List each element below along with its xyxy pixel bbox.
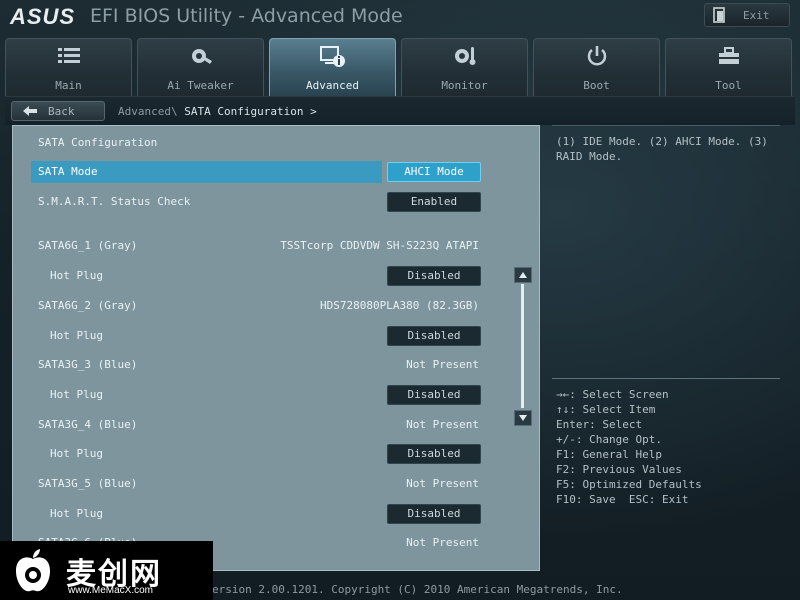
breadcrumb-parent[interactable]: Advanced\	[118, 105, 178, 118]
tab-label: Advanced	[306, 79, 359, 92]
port-row-sata3g-3: SATA3G_3 (Blue) Not Present	[13, 353, 539, 377]
hot-plug-option-button[interactable]: Disabled	[387, 266, 481, 286]
scroll-down-button[interactable]	[514, 410, 532, 426]
breadcrumb: Advanced\ SATA Configuration >	[118, 105, 317, 118]
key-legend: →←: Select Screen ↑↓: Select Item Enter:…	[556, 387, 780, 507]
tab-ai-tweaker[interactable]: Ai Tweaker	[137, 38, 264, 96]
exit-icon	[713, 7, 727, 23]
list-icon	[6, 45, 131, 69]
setting-label: S.M.A.R.T. Status Check	[38, 195, 191, 208]
apple-logo-icon	[16, 549, 50, 592]
tab-tool[interactable]: Tool	[665, 38, 792, 96]
port-row-sata3g-5: SATA3G_5 (Blue) Not Present	[13, 472, 539, 496]
exit-button[interactable]: Exit	[704, 3, 790, 27]
main-tabs: Main Ai Tweaker Advanced Monitor Boot To…	[5, 38, 795, 96]
help-panel: (1) IDE Mode. (2) AHCI Mode. (3) RAID Mo…	[552, 125, 780, 571]
port-row-sata3g-4: SATA3G_4 (Blue) Not Present	[13, 413, 539, 437]
help-description: (1) IDE Mode. (2) AHCI Mode. (3) RAID Mo…	[556, 135, 775, 163]
scrollbar-track[interactable]	[521, 284, 524, 408]
port-label: SATA3G_5 (Blue)	[38, 477, 138, 490]
port-label: SATA3G_4 (Blue)	[38, 418, 138, 431]
key-hint: F5: Optimized Defaults	[556, 478, 702, 491]
port-label: SATA3G_3 (Blue)	[38, 358, 138, 371]
scroll-up-button[interactable]	[514, 267, 532, 283]
help-divider	[552, 378, 780, 379]
port-row-sata6g-1: SATA6G_1 (Gray) TSSTcorp CDDVDW SH-S223Q…	[13, 234, 539, 258]
port-row-sata6g-2: SATA6G_2 (Gray) HDS728080PLA380 (82.3GB)	[13, 294, 539, 318]
key-hint: F10: Save ESC: Exit	[556, 493, 689, 506]
hot-plug-option-button[interactable]: Disabled	[387, 326, 481, 346]
back-button[interactable]: Back	[11, 101, 105, 121]
advanced-icon	[270, 45, 395, 69]
tweaker-icon	[138, 45, 263, 69]
port-device: Not Present	[406, 477, 479, 490]
key-hint: Enter: Select	[556, 418, 643, 431]
setting-label: Hot Plug	[50, 269, 103, 282]
power-icon	[534, 45, 659, 69]
hot-plug-option-button[interactable]: Disabled	[387, 444, 481, 464]
setting-row-hot-plug[interactable]: Hot Plug Disabled	[13, 264, 539, 288]
tab-advanced[interactable]: Advanced	[269, 38, 396, 96]
key-hint: →←: Select Screen	[556, 388, 669, 401]
smart-option-button[interactable]: Enabled	[387, 192, 481, 212]
breadcrumb-bar: Back Advanced\ SATA Configuration >	[5, 96, 795, 125]
tab-label: Main	[55, 79, 82, 92]
setting-label: Hot Plug	[50, 329, 103, 342]
hot-plug-option-button[interactable]: Disabled	[387, 385, 481, 405]
sata-mode-option-button[interactable]: AHCI Mode	[387, 162, 481, 182]
watermark-url: www.MeMacX.com	[68, 585, 154, 596]
setting-row-hot-plug[interactable]: Hot Plug Disabled	[13, 324, 539, 348]
key-hint: F1: General Help	[556, 448, 662, 461]
setting-row-hot-plug[interactable]: Hot Plug Disabled	[13, 502, 539, 526]
port-device: Not Present	[406, 358, 479, 371]
monitor-icon	[402, 45, 527, 69]
exit-label: Exit	[743, 8, 770, 22]
key-hint: ↑↓: Select Item	[556, 403, 656, 416]
toolbox-icon	[666, 45, 791, 69]
key-hint: F2: Previous Values	[556, 463, 682, 476]
port-label: SATA6G_2 (Gray)	[38, 299, 138, 312]
setting-label: Hot Plug	[50, 507, 103, 520]
back-label: Back	[48, 104, 75, 118]
setting-label: Hot Plug	[50, 447, 103, 460]
hot-plug-option-button[interactable]: Disabled	[387, 504, 481, 524]
tab-label: Tool	[715, 79, 742, 92]
help-top-divider	[552, 125, 780, 126]
port-device: HDS728080PLA380 (82.3GB)	[320, 299, 479, 312]
settings-panel: SATA Configuration SATA Mode AHCI Mode S…	[12, 125, 540, 571]
tab-label: Monitor	[441, 79, 488, 92]
port-device: Not Present	[406, 418, 479, 431]
setting-row-hot-plug[interactable]: Hot Plug Disabled	[13, 383, 539, 407]
chevron-up-icon	[519, 272, 527, 278]
key-hint: +/-: Change Opt.	[556, 433, 662, 446]
setting-label: SATA Mode	[38, 165, 98, 178]
tab-label: Boot	[583, 79, 610, 92]
asus-logo: ASUS	[10, 4, 76, 29]
tab-main[interactable]: Main	[5, 38, 132, 96]
setting-row-hot-plug[interactable]: Hot Plug Disabled	[13, 442, 539, 466]
setting-label: Hot Plug	[50, 388, 103, 401]
section-title: SATA Configuration	[38, 136, 158, 149]
watermark: 麦创网 www.MeMacX.com	[0, 541, 213, 600]
setting-row-smart[interactable]: S.M.A.R.T. Status Check Enabled	[13, 190, 539, 214]
chevron-down-icon	[519, 415, 527, 421]
tab-monitor[interactable]: Monitor	[401, 38, 528, 96]
setting-row-sata-mode[interactable]: SATA Mode AHCI Mode	[13, 160, 539, 184]
back-arrow-icon	[22, 102, 38, 121]
port-label: SATA6G_1 (Gray)	[38, 239, 138, 252]
version-footer: ersion 2.00.1201. Copyright (C) 2010 Ame…	[212, 583, 623, 596]
port-device: Not Present	[406, 536, 479, 549]
tab-label: Ai Tweaker	[167, 79, 234, 92]
breadcrumb-current: SATA Configuration >	[184, 105, 317, 118]
tab-boot[interactable]: Boot	[533, 38, 660, 96]
app-title: EFI BIOS Utility - Advanced Mode	[90, 5, 403, 27]
title-bar: ASUS EFI BIOS Utility - Advanced Mode Ex…	[0, 0, 800, 34]
port-device: TSSTcorp CDDVDW SH-S223Q ATAPI	[280, 239, 479, 252]
